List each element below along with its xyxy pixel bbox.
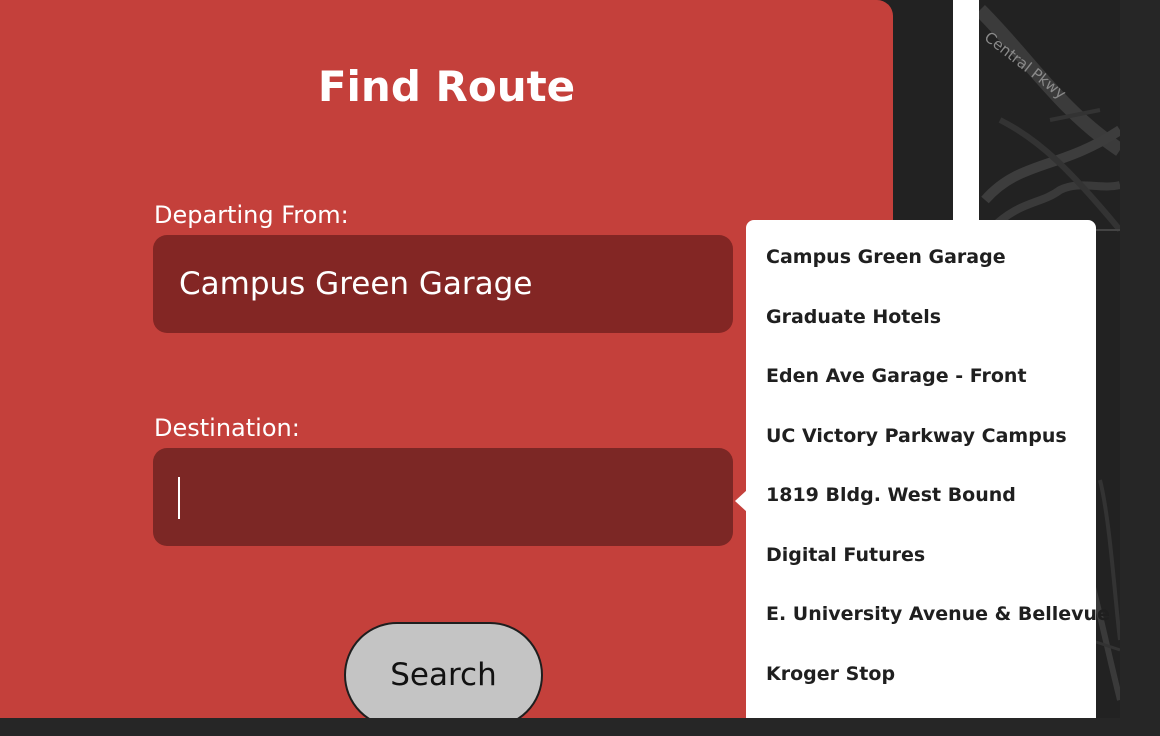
suggestion-item[interactable]: Graduate Hotels (766, 306, 941, 328)
destination-suggestions-dropdown: Campus Green Garage Graduate Hotels Eden… (746, 220, 1110, 718)
window-edge-bottom (0, 718, 1160, 736)
window-edge-right (1120, 0, 1160, 736)
destination-label: Destination: (154, 414, 300, 442)
suggestion-item[interactable]: E. University Avenue & Bellevue (766, 603, 1110, 625)
destination-input[interactable] (153, 448, 733, 546)
suggestion-item[interactable]: Kroger Stop (766, 663, 895, 685)
search-button[interactable]: Search (344, 622, 543, 728)
suggestion-item[interactable]: Digital Futures (766, 544, 925, 566)
departing-label: Departing From: (154, 201, 349, 229)
suggestion-item[interactable]: UC Victory Parkway Campus (766, 425, 1067, 447)
page-title: Find Route (317, 62, 576, 111)
suggestion-item[interactable]: 1819 Bldg. West Bound (766, 484, 1016, 506)
suggestion-item[interactable]: Campus Green Garage (766, 246, 1006, 268)
text-caret (178, 477, 180, 519)
suggestion-item[interactable]: Eden Ave Garage - Front (766, 365, 1027, 387)
departing-input[interactable]: Campus Green Garage (153, 235, 733, 333)
